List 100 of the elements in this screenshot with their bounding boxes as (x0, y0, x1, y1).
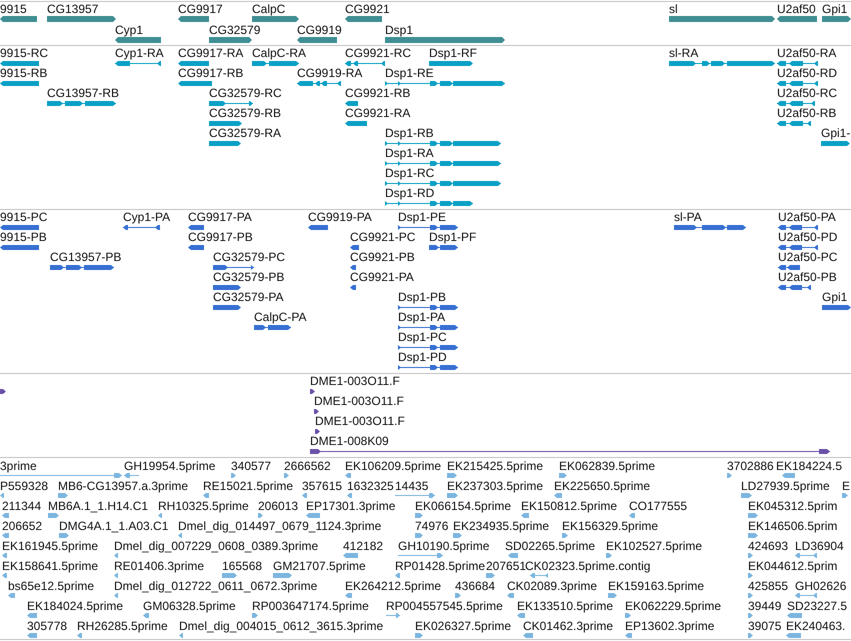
gene-name: 9915 (0, 2, 27, 16)
est-id: 14435 (395, 479, 428, 493)
est-id: MB6A.1_1.H14.C1 (48, 499, 148, 513)
transcript-id: U2af50-RC (777, 86, 838, 100)
protein-id: CG9921-PA (350, 270, 414, 284)
est-id: 436684 (455, 579, 496, 593)
transcript-id: CG9917-RB (178, 66, 244, 80)
gene-name: CG9921 (345, 2, 390, 16)
est-id: EK133510.5prime (517, 599, 614, 613)
est-id: EP17301.3prime (306, 499, 396, 513)
protein-id: sl-PA (674, 210, 702, 224)
est-id: GH02626 (795, 579, 846, 593)
est-id: EK102527.5prime (606, 539, 702, 553)
protein-id: Dsp1-PA (398, 310, 446, 324)
est-id: EK150812.5prime (521, 499, 618, 513)
transcript-id: 9915-RB (0, 66, 48, 80)
protein-id: Dsp1-PB (398, 290, 446, 304)
est-id: EK066154.5prime (415, 499, 512, 513)
est-id: bs65e12.5prime (8, 579, 94, 593)
est-id: EK026327.5prime (415, 619, 512, 633)
est-id: 74976 (415, 519, 448, 533)
est-id: GM06328.5prime (143, 599, 236, 613)
gene-name: Dsp1 (385, 23, 414, 37)
protein-id: CG9919-PA (308, 210, 372, 224)
clone-id: DME1-003O11.F (314, 394, 404, 408)
est-id: EK264212.5prime (345, 579, 442, 593)
protein-id: CG32579-PB (213, 270, 284, 284)
est-id: EP13602.3prime (625, 619, 714, 633)
est-id: EK044612.5prim (748, 559, 838, 573)
est-id: Dmel_dig_014497_0679_1124.3prime (178, 519, 382, 533)
est-id: 1632325 (347, 479, 394, 493)
protein-id: CG9917-PA (188, 210, 252, 224)
est-id: EK062839.5prime (559, 459, 656, 473)
transcript-id: Cyp1-RA (115, 46, 164, 60)
gene-name: CG32579 (209, 23, 260, 37)
transcript-id: U2af50-RA (777, 46, 836, 60)
protein-id: U2af50-PB (778, 270, 837, 284)
clone-id: DME1-003O11.F (315, 414, 405, 428)
gene-name: U2af50 (777, 2, 816, 16)
transcript-id: Dsp1-RE (385, 66, 434, 80)
est-id: EK237303.5prime (447, 479, 544, 493)
est-id: RP003647174.5prime (252, 599, 369, 613)
transcript-id: Dsp1-RD (385, 186, 434, 200)
protein-id: Dsp1-PC (398, 330, 447, 344)
est-id: RH10325.5prime (158, 499, 249, 513)
est-id: LD27939.5prime (741, 479, 830, 493)
transcript-id: CG9921-RA (345, 106, 410, 120)
est-id: 207651 (486, 559, 526, 573)
est-id: EK159163.5prime (608, 579, 704, 593)
protein-id: CG32579-PA (213, 290, 284, 304)
est-id: EK158641.5prime (2, 559, 98, 573)
protein-id: CG13957-PB (50, 250, 122, 264)
est-id: P559328 (0, 479, 48, 493)
protein-id: Dsp1-PF (429, 230, 476, 244)
gene-name: sl (669, 2, 678, 16)
protein-id: Cyp1-PA (123, 210, 170, 224)
est-id: 2666562 (284, 459, 331, 473)
est-id: 340577 (231, 459, 272, 473)
clone-id: DME1-003O11.F (310, 374, 400, 388)
protein-id: CG9921-PB (350, 250, 415, 264)
est-id: GH19954.5prime (124, 459, 216, 473)
gene-name: Gpi1 (822, 2, 848, 16)
est-id: CK02323.5prime.contig (525, 559, 650, 573)
transcript-id: Dsp1-RB (385, 126, 434, 140)
transcript-id: U2af50-RD (777, 66, 838, 80)
est-id: EK225650.5prime (554, 479, 650, 493)
transcript-id: Dsp1-RA (385, 146, 434, 160)
transcript-id: CalpC-RA (252, 46, 306, 60)
transcript-id: U2af50-RB (777, 106, 836, 120)
est-id: EK045312.5prim (748, 499, 838, 513)
est-id: EK215425.5prime (447, 459, 544, 473)
protein-id: Dsp1-PD (398, 350, 447, 364)
est-id: 211344 (2, 499, 42, 513)
transcript-id: Gpi1- (821, 126, 850, 140)
est-id: 39075 (748, 619, 782, 633)
est-id: EK184224.5 (776, 459, 842, 473)
est-id: 425855 (748, 579, 788, 593)
est-id: SD23227.5 (787, 599, 848, 613)
gene-name: CG13957 (47, 2, 98, 16)
transcript-id: CG13957-RB (47, 86, 120, 100)
transcript-id: CG9919-RA (297, 66, 362, 80)
est-id: Dmel_dig_012722_0611_0672.3prime (114, 579, 318, 593)
est-id: LD36904 (795, 539, 844, 553)
protein-id: U2af50-PC (778, 250, 838, 264)
est-id: EK062229.5prime (625, 599, 722, 613)
est-id: 206013 (258, 499, 298, 513)
protein-id: 9915-PC (0, 210, 48, 224)
est-id: 305778 (27, 619, 68, 633)
gene-name: CG9917 (178, 2, 223, 16)
est-id: Dmel_dig_007229_0608_0389.3prime (114, 539, 318, 553)
transcript-id: CG32579-RB (209, 106, 282, 120)
est-id: GM21707.5prime (273, 559, 366, 573)
est-id: 424693 (748, 539, 788, 553)
protein-id: CG9921-PC (350, 230, 416, 244)
est-id: RP01428.5prime (395, 559, 486, 573)
protein-id: Gpi1 (822, 290, 848, 304)
est-id: CK01462.3prime (523, 619, 614, 633)
est-id: RE15021.5prime (203, 479, 294, 493)
protein-id: CG9917-PB (188, 230, 253, 244)
est-id: MB6-CG13957.a.3prime (58, 479, 188, 493)
